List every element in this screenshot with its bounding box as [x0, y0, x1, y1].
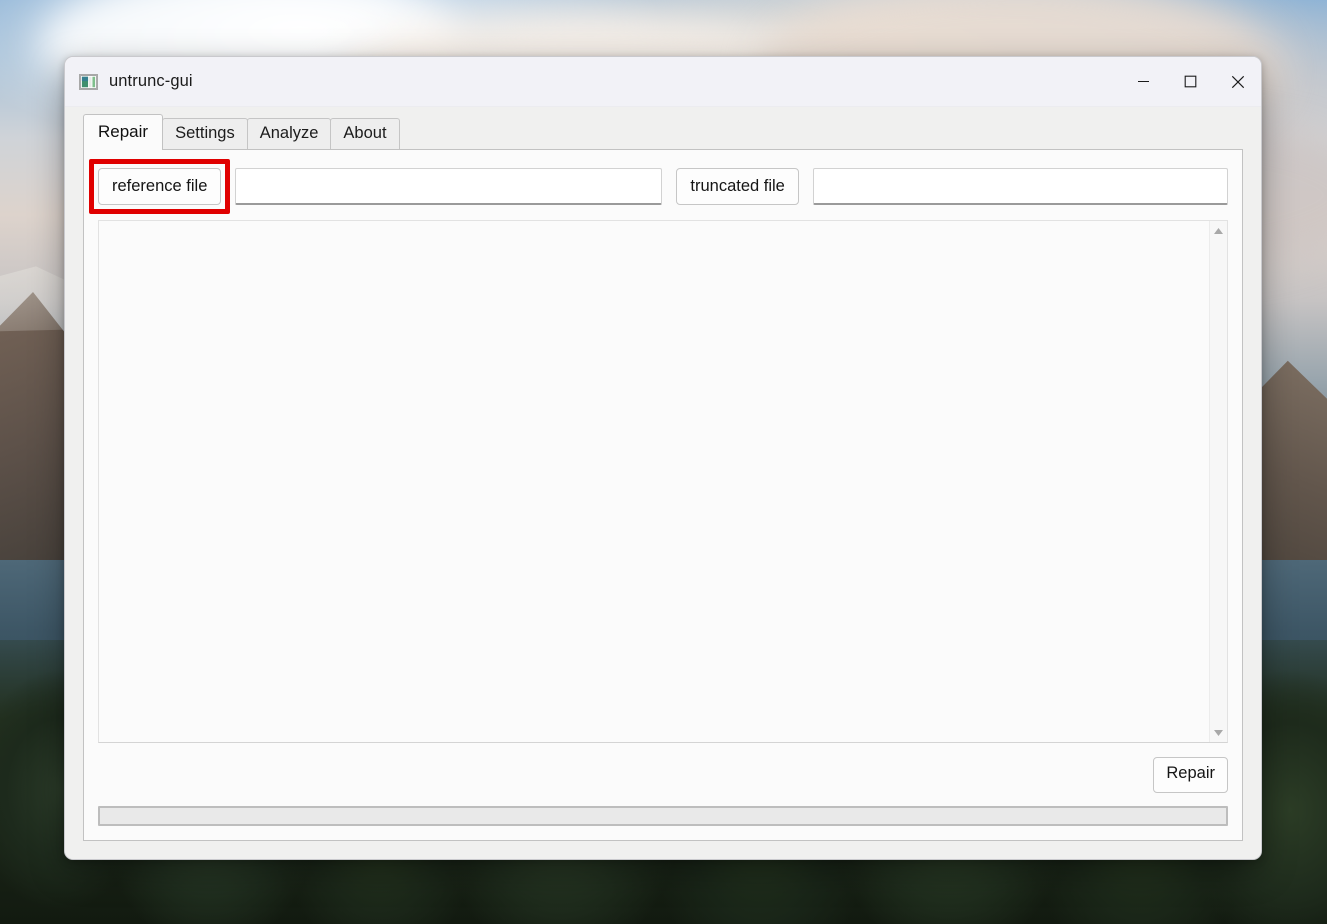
file-selection-row: reference file truncated file [98, 168, 1228, 205]
tab-analyze[interactable]: Analyze [247, 118, 332, 149]
close-button[interactable] [1214, 57, 1261, 107]
reference-file-button-wrapper: reference file [98, 168, 221, 205]
triangle-down-icon [1213, 729, 1224, 737]
action-row: Repair [98, 743, 1228, 793]
maximize-icon [1184, 75, 1197, 88]
window-controls [1120, 57, 1261, 107]
client-area: Repair Settings Analyze About reference … [65, 107, 1261, 859]
desktop: untrunc-gui [0, 0, 1327, 924]
truncated-file-input[interactable] [813, 168, 1228, 205]
truncated-file-button[interactable]: truncated file [676, 168, 798, 205]
title-bar-left: untrunc-gui [65, 72, 1120, 91]
minimize-button[interactable] [1120, 57, 1167, 107]
progress-area [98, 793, 1228, 826]
app-image-icon [79, 74, 98, 90]
app-window: untrunc-gui [64, 56, 1262, 860]
title-bar[interactable]: untrunc-gui [65, 57, 1261, 107]
triangle-up-icon [1213, 227, 1224, 235]
minimize-icon [1137, 75, 1150, 88]
tab-analyze-label: Analyze [260, 124, 319, 142]
scroll-up-button[interactable] [1210, 221, 1227, 240]
window-title: untrunc-gui [109, 72, 193, 91]
window-bottom-padding [65, 841, 1261, 859]
maximize-button[interactable] [1167, 57, 1214, 107]
close-icon [1231, 75, 1245, 89]
log-output-text[interactable] [99, 221, 1209, 742]
repair-tab-panel: reference file truncated file [83, 149, 1243, 841]
tab-repair[interactable]: Repair [83, 114, 163, 150]
reference-file-button[interactable]: reference file [98, 168, 221, 205]
repair-button[interactable]: Repair [1153, 757, 1228, 793]
tab-settings-label: Settings [175, 124, 235, 142]
tab-strip: Repair Settings Analyze About [65, 118, 1261, 149]
log-scrollbar[interactable] [1209, 221, 1227, 742]
tab-about[interactable]: About [330, 118, 399, 149]
tab-about-label: About [343, 124, 386, 142]
scroll-down-button[interactable] [1210, 723, 1227, 742]
tab-settings[interactable]: Settings [162, 118, 248, 149]
log-output-area [98, 220, 1228, 743]
progress-bar [98, 806, 1228, 826]
tab-repair-label: Repair [98, 122, 148, 141]
reference-file-input[interactable] [235, 168, 662, 205]
scrollbar-track[interactable] [1210, 240, 1227, 723]
